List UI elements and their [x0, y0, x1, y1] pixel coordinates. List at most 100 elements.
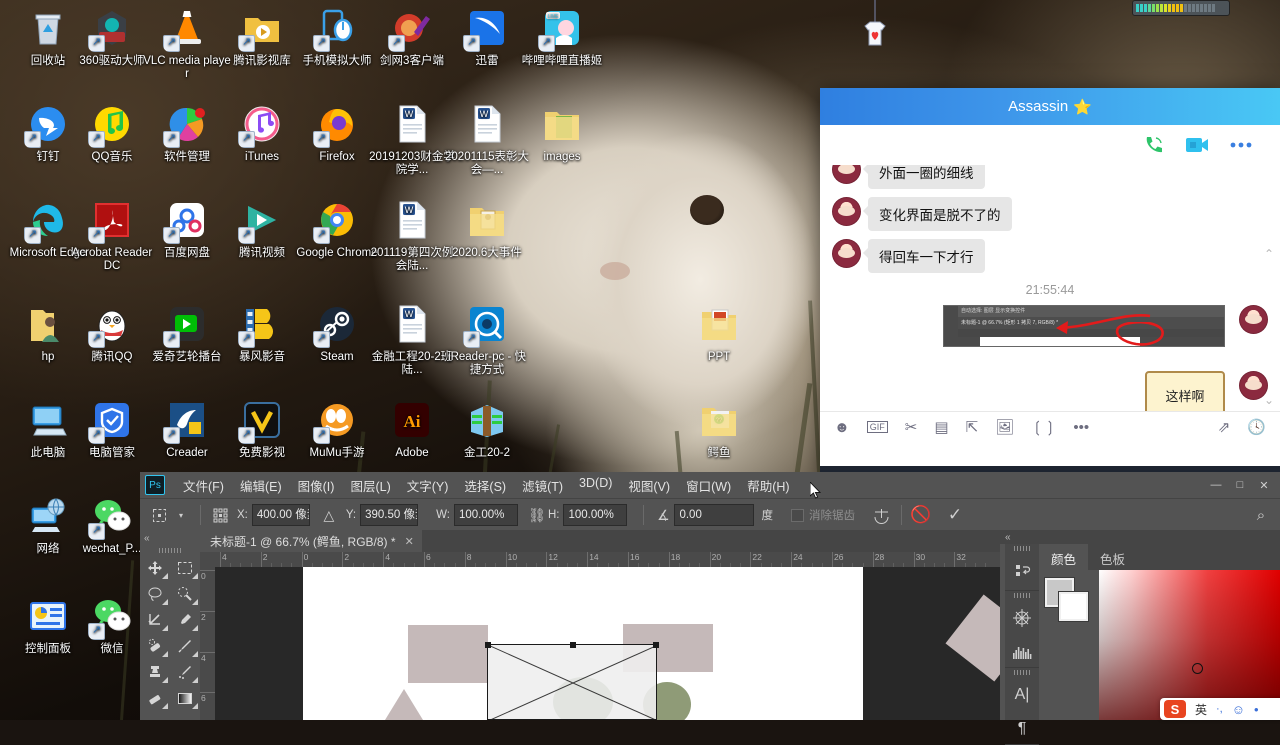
chat-tool-bar[interactable]: ☻ GIF ✂ ▤ ⇱ 🖼 ❲❳ ••• ⇗ 🕓 [820, 411, 1280, 442]
w-input[interactable]: 100.00% [453, 504, 518, 526]
panel-grip[interactable] [1005, 668, 1039, 676]
clone-stamp-tool[interactable] [140, 659, 170, 685]
menu-item-4[interactable]: 文字(Y) [399, 473, 457, 498]
document-tab[interactable]: 未标题-1 @ 66.7% (鳄鱼, RGB/8) * ✕ [200, 530, 422, 552]
spot-healing-tool[interactable] [140, 633, 170, 659]
sent-screenshot-image[interactable]: 自动选择: 图层 显示变换控件 未标题-1 @ 66.7% (矩形 1 拷贝 7… [943, 305, 1225, 347]
color-panel[interactable]: 颜色 色板 [1039, 544, 1280, 720]
background-color-swatch[interactable] [1058, 591, 1089, 622]
avatar-self[interactable] [1239, 305, 1268, 334]
menu-items[interactable]: 文件(F) 编辑(E) 图像(I) 图层(L) 文字(Y) 选择(S) 滤镜(T) 3D(D)… [175, 473, 798, 498]
transform-handle-tr[interactable] [653, 642, 659, 648]
ellipsis-icon[interactable]: ••• [1073, 419, 1089, 436]
picture-icon[interactable]: 🖼 [995, 418, 1014, 436]
desktop-icon-41[interactable]: ?? 鳄鱼 [675, 396, 763, 460]
ime-mode-button[interactable]: 英 [1195, 701, 1207, 718]
folder-icon[interactable]: ▤ [934, 418, 948, 436]
quick-selection-tool[interactable] [170, 581, 200, 607]
crop-tool[interactable] [140, 607, 170, 633]
warp-mode-icon[interactable] [871, 504, 893, 526]
tab-swatches[interactable]: 色板 [1088, 544, 1137, 570]
desktop-icon-36[interactable]: 金工20-2 [443, 396, 531, 460]
menu-item-10[interactable]: 帮助(H) [739, 473, 797, 498]
y-field[interactable]: Y: 390.50 像素 [346, 504, 419, 526]
menu-item-0[interactable]: 文件(F) [175, 473, 232, 498]
avatar-self[interactable] [1239, 371, 1268, 400]
history-panel-icon[interactable] [1005, 552, 1039, 590]
chain-link-icon[interactable]: ⛓ [526, 504, 548, 526]
panel-group-2[interactable] [1005, 591, 1039, 668]
ime-voice-button[interactable]: • [1254, 702, 1259, 717]
h-input[interactable]: 100.00% [563, 504, 628, 526]
ruler-origin-corner[interactable] [200, 552, 215, 567]
history-brush-tool[interactable] [170, 659, 200, 685]
minimize-button[interactable]: — [1204, 472, 1228, 498]
document-tab-bar[interactable]: 未标题-1 @ 66.7% (鳄鱼, RGB/8) * ✕ [200, 530, 1000, 552]
rectangular-marquee-tool[interactable] [170, 555, 200, 581]
panel-grip[interactable] [1005, 591, 1039, 599]
search-icon[interactable]: ⌕ [1250, 504, 1272, 526]
panel-group-1[interactable] [1005, 544, 1039, 591]
menu-item-1[interactable]: 编辑(E) [232, 473, 290, 498]
eraser-tool[interactable] [140, 685, 170, 711]
sticker-bubble[interactable]: 这样啊 [1145, 371, 1225, 411]
desktop-icon-29[interactable]: iReader-pc - 快捷方式 [443, 300, 531, 377]
angle-icon[interactable]: ∡ [652, 504, 674, 526]
transform-handle-tl[interactable] [485, 642, 491, 648]
menu-item-5[interactable]: 选择(S) [456, 473, 514, 498]
chat-message-list[interactable]: ⌃ ⌄ 外面一圈的细线 变化界面是脱不了的 得回车一下才行 21:55:44 自… [820, 165, 1280, 411]
document-tab-close-icon[interactable]: ✕ [405, 535, 414, 548]
tool-buttons[interactable] [140, 555, 200, 711]
photoshop-options-bar[interactable]: ▾ X: 400.00 像素 △ Y: 390.50 像素 W: 100.00%… [140, 498, 1280, 531]
brush-tool[interactable] [170, 633, 200, 659]
photoshop-right-panel[interactable]: « A| ¶ 颜色 色板 [1000, 530, 1280, 745]
avatar[interactable] [832, 197, 861, 226]
canvas-document[interactable] [303, 567, 1000, 720]
panel-grip[interactable] [1005, 544, 1039, 552]
photoshop-workspace[interactable]: « 未标题-1 @ 66.7% (鳄鱼, RGB/8) * ✕ 4 2 0 2 … [140, 530, 1280, 745]
volume-level-indicator[interactable] [1132, 0, 1230, 16]
desktop-icon-7[interactable]: LIVE 哔哩哔哩直播姬 [518, 4, 606, 68]
ime-emoji-button[interactable]: ☺ [1232, 702, 1245, 717]
y-input[interactable]: 390.50 像素 [360, 504, 419, 526]
chat-action-bar[interactable] [820, 125, 1280, 165]
sogou-ime-bar[interactable]: S 英 ·, ☺ • [1160, 698, 1280, 720]
panel-collapse-icon[interactable]: « [1000, 530, 1280, 544]
menu-item-8[interactable]: 视图(V) [620, 473, 678, 498]
ellipsis-icon[interactable] [1228, 134, 1254, 156]
phone-icon[interactable] [1140, 134, 1166, 156]
expand-arrow-icon[interactable]: ⇗ [1218, 418, 1231, 436]
transform-handle-tc[interactable] [570, 642, 576, 648]
scissors-icon[interactable]: ✂ [905, 418, 918, 436]
cancel-transform-icon[interactable]: 🚫 [910, 504, 932, 526]
avatar[interactable] [832, 165, 861, 184]
panel-icon-rail[interactable]: A| ¶ [1005, 544, 1039, 745]
lasso-tool[interactable] [140, 581, 170, 607]
photoshop-window[interactable]: Ps 文件(F) 编辑(E) 图像(I) 图层(L) 文字(Y) 选择(S) 滤镜(T) 3D… [140, 472, 1280, 745]
gif-icon[interactable]: GIF [866, 421, 888, 433]
navigator-panel-icon[interactable] [1005, 599, 1039, 637]
document-area[interactable]: 未标题-1 @ 66.7% (鳄鱼, RGB/8) * ✕ 4 2 0 2 4 6 8 10 1… [200, 530, 1000, 720]
smiley-icon[interactable]: ☻ [834, 419, 850, 436]
chevron-down-icon[interactable]: ▾ [170, 504, 192, 526]
canvas-viewport[interactable] [215, 567, 1000, 720]
commit-transform-icon[interactable]: ✓ [944, 504, 966, 526]
ime-punctuation-button[interactable]: ·, [1216, 703, 1223, 715]
desktop-icon-22[interactable]: 2020.6大事件 [443, 196, 531, 260]
histogram-panel-icon[interactable] [1005, 637, 1039, 667]
x-field[interactable]: X: 400.00 像素 [237, 504, 310, 526]
color-panel-tabs[interactable]: 颜色 色板 [1039, 544, 1280, 570]
move-tool[interactable] [140, 555, 170, 581]
w-field[interactable]: W: 100.00% [436, 504, 518, 526]
share-icon[interactable]: ⇱ [966, 418, 979, 436]
close-button[interactable]: ✕ [1252, 472, 1276, 498]
menu-item-3[interactable]: 图层(L) [342, 473, 398, 498]
scroll-up-arrow-icon[interactable]: ⌃ [1264, 247, 1274, 261]
menu-item-6[interactable]: 滤镜(T) [514, 473, 571, 498]
menu-item-7[interactable]: 3D(D) [571, 473, 620, 498]
window-controls[interactable]: — □ ✕ [1204, 472, 1276, 498]
color-picker-cursor[interactable] [1192, 663, 1203, 674]
triangle-1[interactable] [385, 689, 423, 720]
eyedropper-tool[interactable] [170, 607, 200, 633]
rectangle-1[interactable] [408, 625, 488, 683]
